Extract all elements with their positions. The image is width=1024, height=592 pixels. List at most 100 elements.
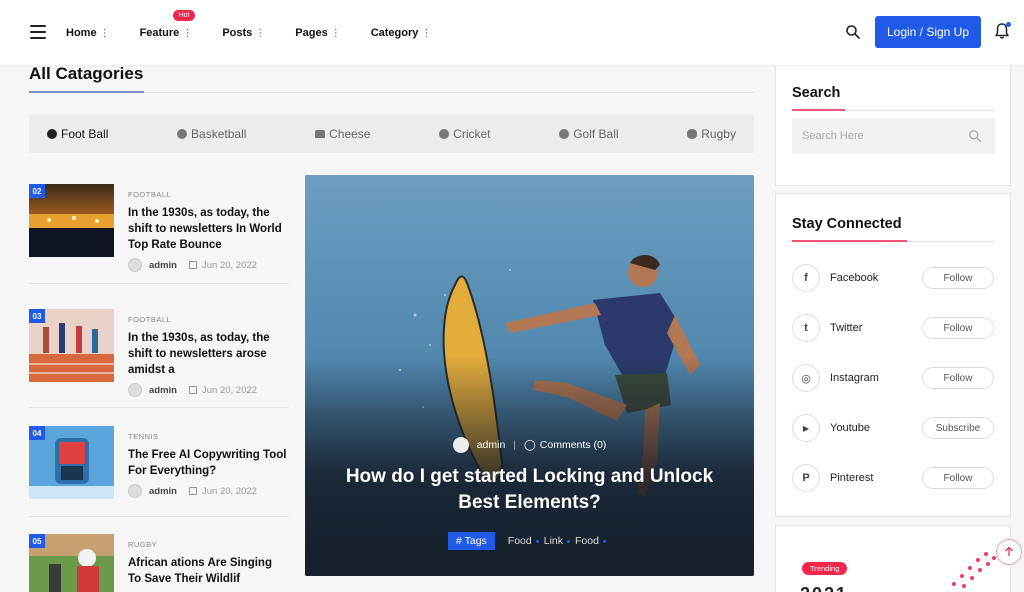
- football-icon: [47, 129, 57, 139]
- nav-item-home[interactable]: Home ⋮: [66, 27, 110, 39]
- post-thumbnail-runners[interactable]: 03: [29, 309, 114, 382]
- title-underline: [29, 91, 144, 93]
- login-signup-button[interactable]: Login / Sign Up: [875, 16, 981, 48]
- social-row-youtube: ▶ Youtube Subscribe: [792, 413, 995, 443]
- tag-dot: [567, 539, 570, 543]
- instagram-icon[interactable]: ◎: [792, 364, 820, 392]
- notification-dot: [1006, 22, 1011, 27]
- category-label: Golf Ball: [573, 127, 619, 141]
- post-number-badge: 05: [29, 534, 45, 548]
- category-tab-golf[interactable]: Golf Ball: [559, 127, 619, 141]
- post-author[interactable]: admin: [149, 385, 177, 396]
- post-category[interactable]: FOOTBALL: [128, 190, 171, 199]
- nav-item-category[interactable]: Category ⋮: [371, 27, 432, 39]
- post-title[interactable]: African ations Are Singing To Save Their…: [128, 555, 288, 587]
- notification-bell-icon[interactable]: [993, 22, 1011, 40]
- post-thumbnail-robot[interactable]: 04: [29, 426, 114, 499]
- trending-headline[interactable]: 2021 ...: [800, 584, 876, 592]
- subscribe-youtube-button[interactable]: Subscribe: [922, 417, 994, 439]
- post-meta: admin Jun 20, 2022: [128, 484, 257, 498]
- tag-dot: [535, 539, 539, 543]
- tag-link[interactable]: Food: [508, 535, 532, 547]
- nav-label: Feature: [139, 27, 180, 39]
- calendar-icon: [188, 487, 197, 495]
- widget-title-underline: [792, 240, 907, 242]
- facebook-icon[interactable]: f: [792, 264, 820, 292]
- nav-label: Category: [370, 27, 419, 39]
- category-label: Foot Ball: [61, 127, 109, 141]
- page: Home ⋮ Hot Feature ⋮ Posts ⋮ Pages ⋮ Category…: [0, 0, 1024, 592]
- cheese-icon: [315, 130, 326, 138]
- featured-post[interactable]: admin | ◯ Comments (0) How do I get star…: [305, 175, 754, 576]
- tags-button[interactable]: # Tags: [448, 532, 495, 550]
- hamburger-menu-icon[interactable]: [30, 25, 46, 39]
- follow-instagram-button[interactable]: Follow: [922, 367, 994, 389]
- follow-pinterest-button[interactable]: Follow: [922, 467, 994, 489]
- category-tabs: Foot Ball Basketball Cheese Cricket Golf…: [29, 115, 754, 153]
- post-category[interactable]: RUGBY: [128, 540, 157, 549]
- nav-item-pages[interactable]: Pages ⋮: [295, 27, 340, 39]
- category-tab-rugby[interactable]: Rugby: [687, 127, 736, 141]
- social-name: Instagram: [830, 372, 879, 384]
- category-tab-basketball[interactable]: Basketball: [177, 127, 246, 141]
- follow-facebook-button[interactable]: Follow: [922, 267, 994, 289]
- post-category[interactable]: TENNIS: [128, 432, 159, 441]
- post-thumbnail-stadium[interactable]: 02: [29, 184, 114, 257]
- post-category[interactable]: FOOTBALL: [128, 315, 171, 324]
- post-number-badge: 04: [29, 426, 45, 440]
- post-number-badge: 03: [29, 309, 45, 323]
- divider: [29, 516, 289, 517]
- nav-label: Home: [66, 27, 97, 39]
- calendar-icon: [188, 261, 197, 269]
- nav-label: Pages: [295, 27, 328, 39]
- tag-dot: [602, 539, 606, 543]
- post-date: Jun 20, 2022: [201, 259, 257, 271]
- avatar: [128, 258, 142, 272]
- nav-item-feature[interactable]: Hot Feature ⋮: [139, 10, 196, 39]
- social-row-facebook: f Facebook Follow: [792, 263, 995, 293]
- hot-badge: Hot: [172, 10, 196, 21]
- main-nav: Home ⋮ Hot Feature ⋮ Posts ⋮ Pages ⋮ Category…: [66, 0, 461, 66]
- scroll-to-top-button[interactable]: [996, 539, 1022, 565]
- widget-title-underline: [792, 109, 845, 111]
- nav-item-posts[interactable]: Posts ⋮: [222, 27, 265, 39]
- divider: [29, 283, 289, 284]
- social-row-instagram: ◎ Instagram Follow: [792, 363, 995, 393]
- post-author[interactable]: admin: [149, 486, 177, 497]
- post-date: Jun 20, 2022: [201, 485, 257, 497]
- stay-connected-widget: Stay Connected f Facebook Follow t Twitt…: [775, 193, 1011, 517]
- avatar: [128, 484, 142, 498]
- post-title[interactable]: The Free AI Copywriting Tool For Everyth…: [128, 447, 288, 479]
- twitter-icon[interactable]: t: [792, 314, 820, 342]
- nav-label: Posts: [222, 27, 253, 39]
- post-title[interactable]: In the 1930s, as today, the shift to new…: [128, 330, 288, 378]
- search-icon[interactable]: [968, 129, 982, 143]
- follow-twitter-button[interactable]: Follow: [922, 317, 994, 339]
- post-author[interactable]: admin: [149, 260, 177, 271]
- category-tab-cricket[interactable]: Cricket: [439, 127, 491, 141]
- featured-author[interactable]: admin: [477, 439, 506, 451]
- avatar: [128, 383, 142, 397]
- post-number-badge: 02: [29, 184, 45, 198]
- tag-link[interactable]: Link: [544, 535, 563, 547]
- pinterest-icon[interactable]: P: [792, 464, 820, 492]
- featured-comments[interactable]: Comments (0): [540, 439, 607, 451]
- category-label: Cheese: [329, 127, 371, 141]
- widget-divider: [845, 110, 995, 111]
- featured-title[interactable]: How do I get started Locking and Unlock …: [325, 464, 734, 516]
- nav-dots-icon: ⋮: [182, 28, 193, 39]
- nav-dots-icon: ⋮: [99, 28, 110, 39]
- social-name: Twitter: [830, 322, 863, 334]
- arrow-up-icon: [1005, 546, 1013, 556]
- youtube-icon[interactable]: ▶: [792, 414, 820, 442]
- search-icon[interactable]: [845, 24, 861, 40]
- tag-link[interactable]: Food: [575, 535, 599, 547]
- search-widget-title: Search: [792, 85, 841, 101]
- trending-badge: Trending: [802, 562, 848, 575]
- category-tab-cheese[interactable]: Cheese: [315, 127, 370, 141]
- post-title[interactable]: In the 1930s, as today, the shift to new…: [128, 205, 288, 253]
- category-tab-football[interactable]: Foot Ball: [47, 127, 108, 141]
- meta-separator: |: [513, 439, 517, 451]
- post-thumbnail-baseball[interactable]: 05: [29, 534, 114, 592]
- search-input[interactable]: [792, 118, 995, 154]
